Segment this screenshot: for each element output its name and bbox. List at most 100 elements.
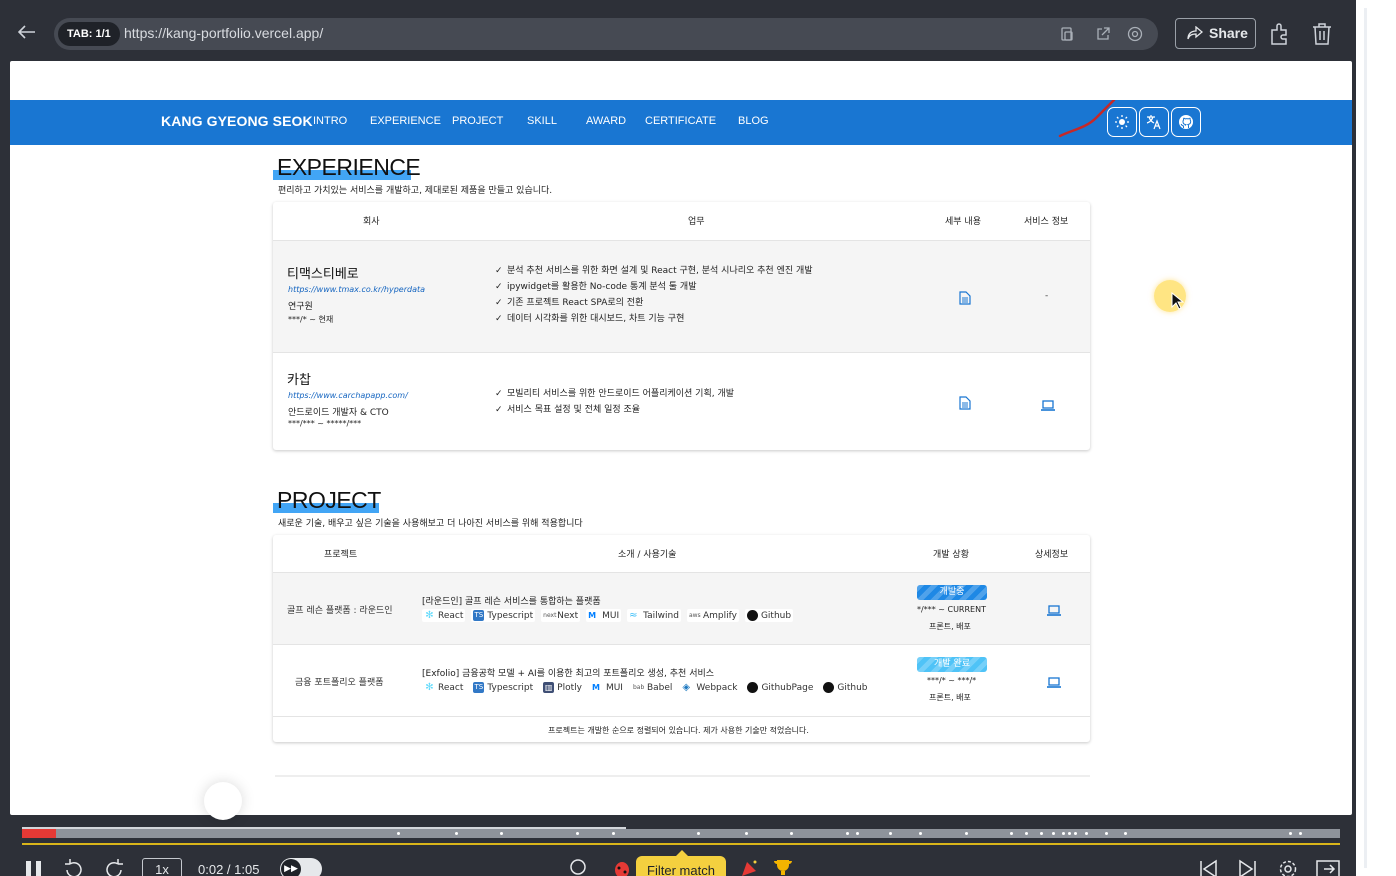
- event-marker[interactable]: [612, 832, 615, 835]
- header-service: 서비스 정보: [1024, 217, 1069, 227]
- event-marker[interactable]: [397, 832, 400, 835]
- header-project: 프로젝트: [324, 550, 358, 560]
- url-text[interactable]: https://kang-portfolio.vercel.app/: [124, 25, 323, 41]
- trash-icon[interactable]: [1310, 21, 1336, 47]
- trophy-icon[interactable]: [772, 858, 794, 876]
- status-period: */*** ~ CURRENT: [917, 605, 986, 614]
- event-marker[interactable]: [500, 832, 503, 835]
- skip-back-icon[interactable]: [1198, 858, 1218, 876]
- laptop-icon[interactable]: [1046, 674, 1062, 693]
- settings-gear-icon[interactable]: [1278, 858, 1298, 876]
- skip-inactivity-toggle[interactable]: ▶▶: [280, 858, 322, 876]
- pause-icon[interactable]: [24, 858, 44, 876]
- table-row: 티맥스티베로 https://www.tmax.co.kr/hyperdata …: [273, 240, 1090, 352]
- nav-link-certificate[interactable]: CERTIFICATE: [645, 115, 716, 127]
- company-link[interactable]: https://www.tmax.co.kr/hyperdata: [288, 285, 425, 294]
- document-icon[interactable]: [959, 290, 971, 309]
- address-bar[interactable]: TAB: 1/1 https://kang-portfolio.vercel.a…: [54, 18, 1158, 50]
- laptop-icon[interactable]: [1046, 602, 1062, 621]
- event-marker[interactable]: [1085, 832, 1088, 835]
- table-row: 금융 포트폴리오 플랫폼 [Exfolio] 금융공학 모델 + AI를 이용한…: [273, 644, 1090, 716]
- github-icon: [823, 682, 835, 693]
- header-tasks: 업무: [688, 217, 705, 227]
- document-icon[interactable]: [959, 395, 971, 414]
- event-marker[interactable]: [1040, 832, 1043, 835]
- replay-timeline[interactable]: [22, 827, 1340, 838]
- event-marker[interactable]: [1299, 832, 1302, 835]
- nav-link-experience[interactable]: EXPERIENCE: [370, 115, 441, 127]
- nav-link-skill[interactable]: SKILL: [527, 115, 557, 127]
- tech-tags: ✻ React TS Typescript next Next M MUI ≈ Tailw…: [422, 609, 794, 622]
- react-icon: ✻: [425, 682, 434, 693]
- bug-icon[interactable]: [612, 858, 632, 876]
- task-item: ✓ 모빌리티 서비스를 위한 안드로이드 어플리케이션 기획, 개발: [495, 389, 735, 399]
- forward-icon[interactable]: [104, 858, 124, 876]
- event-marker[interactable]: [697, 832, 700, 835]
- site-brand[interactable]: KANG GYEONG SEOK: [161, 113, 313, 129]
- event-marker[interactable]: [790, 832, 793, 835]
- nav-link-award[interactable]: AWARD: [586, 115, 626, 127]
- task-item: ✓ 서비스 목표 설정 및 전체 일정 조율: [495, 405, 641, 415]
- event-marker[interactable]: [1052, 832, 1055, 835]
- project-footnote: 프로젝트는 개발한 순으로 정렬되어 있습니다. 제가 사용한 기술만 적었습니…: [548, 726, 809, 735]
- timeline-accent: [22, 843, 1340, 845]
- company-role: 연구원: [288, 302, 313, 312]
- event-marker[interactable]: [1062, 832, 1065, 835]
- event-marker[interactable]: [919, 832, 922, 835]
- event-marker[interactable]: [856, 832, 859, 835]
- header-company: 회사: [363, 217, 380, 227]
- task-item: ✓ 데이터 시각화를 위한 대시보드, 차트 기능 구현: [495, 314, 685, 324]
- header-dev-status: 개발 상황: [933, 550, 969, 560]
- table-row: 카찹 https://www.carchapapp.com/ 안드로이드 개발자…: [273, 352, 1090, 450]
- event-marker[interactable]: [1068, 832, 1071, 835]
- event-marker[interactable]: [889, 832, 892, 835]
- nav-link-intro[interactable]: INTRO: [313, 115, 347, 127]
- speed-button[interactable]: 1x: [142, 858, 182, 876]
- project-desc: [라운드인] 골프 레슨 서비스를 통합하는 플랫폼: [422, 597, 601, 607]
- event-marker[interactable]: [745, 832, 748, 835]
- at-sign-icon[interactable]: [1127, 26, 1143, 42]
- exit-fullscreen-icon[interactable]: [1316, 858, 1340, 876]
- puzzle-icon[interactable]: [1268, 21, 1294, 47]
- typescript-icon: TS: [473, 610, 485, 621]
- share-button[interactable]: Share: [1175, 18, 1256, 49]
- translate-icon[interactable]: [1139, 107, 1169, 137]
- status-badge: 개발 완료: [917, 657, 987, 672]
- event-marker[interactable]: [1010, 832, 1013, 835]
- company-role: 안드로이드 개발자 & CTO: [288, 408, 389, 418]
- event-marker[interactable]: [1124, 832, 1127, 835]
- experience-subtitle: 편리하고 가치있는 서비스를 개발하고, 제대로된 제품을 만들고 있습니다.: [278, 186, 553, 196]
- share-label: Share: [1209, 25, 1248, 41]
- github-icon[interactable]: [1171, 107, 1201, 137]
- event-marker[interactable]: [455, 832, 458, 835]
- tech-tag: TS Typescript: [471, 681, 536, 694]
- skip-forward-icon[interactable]: [1238, 858, 1258, 876]
- table-row: 골프 레슨 플랫폼 : 라운드인 [라운드인] 골프 레슨 서비스를 통합하는 …: [273, 572, 1090, 644]
- tech-tag: ◈ Webpack: [680, 681, 740, 694]
- event-marker[interactable]: [576, 832, 579, 835]
- event-marker[interactable]: [1025, 832, 1028, 835]
- nav-link-project[interactable]: PROJECT: [452, 115, 503, 127]
- event-marker[interactable]: [1289, 832, 1292, 835]
- rewind-icon[interactable]: [64, 858, 84, 876]
- event-marker[interactable]: [1105, 832, 1108, 835]
- company-link[interactable]: https://www.carchapapp.com/: [288, 391, 408, 400]
- event-marker[interactable]: [846, 832, 849, 835]
- buffer-bar: [22, 827, 626, 829]
- tech-tag: GithubPage: [745, 681, 816, 694]
- party-icon[interactable]: [740, 858, 760, 876]
- tech-tag: TS Typescript: [471, 609, 536, 622]
- github-icon: [747, 682, 759, 693]
- open-external-icon[interactable]: [1095, 26, 1111, 42]
- laptop-icon[interactable]: [1040, 397, 1056, 416]
- sun-icon[interactable]: [1107, 107, 1137, 137]
- event-marker[interactable]: [1074, 832, 1077, 835]
- back-arrow-icon[interactable]: [17, 22, 36, 42]
- nav-link-blog[interactable]: BLOG: [738, 115, 769, 127]
- copy-icon[interactable]: [1059, 26, 1075, 42]
- filter-match-tooltip[interactable]: Filter match: [636, 850, 726, 876]
- event-marker[interactable]: [965, 832, 968, 835]
- scroll-indicator[interactable]: [204, 782, 242, 820]
- lightbulb-icon[interactable]: [568, 858, 588, 876]
- next-section-fade: [275, 775, 1090, 777]
